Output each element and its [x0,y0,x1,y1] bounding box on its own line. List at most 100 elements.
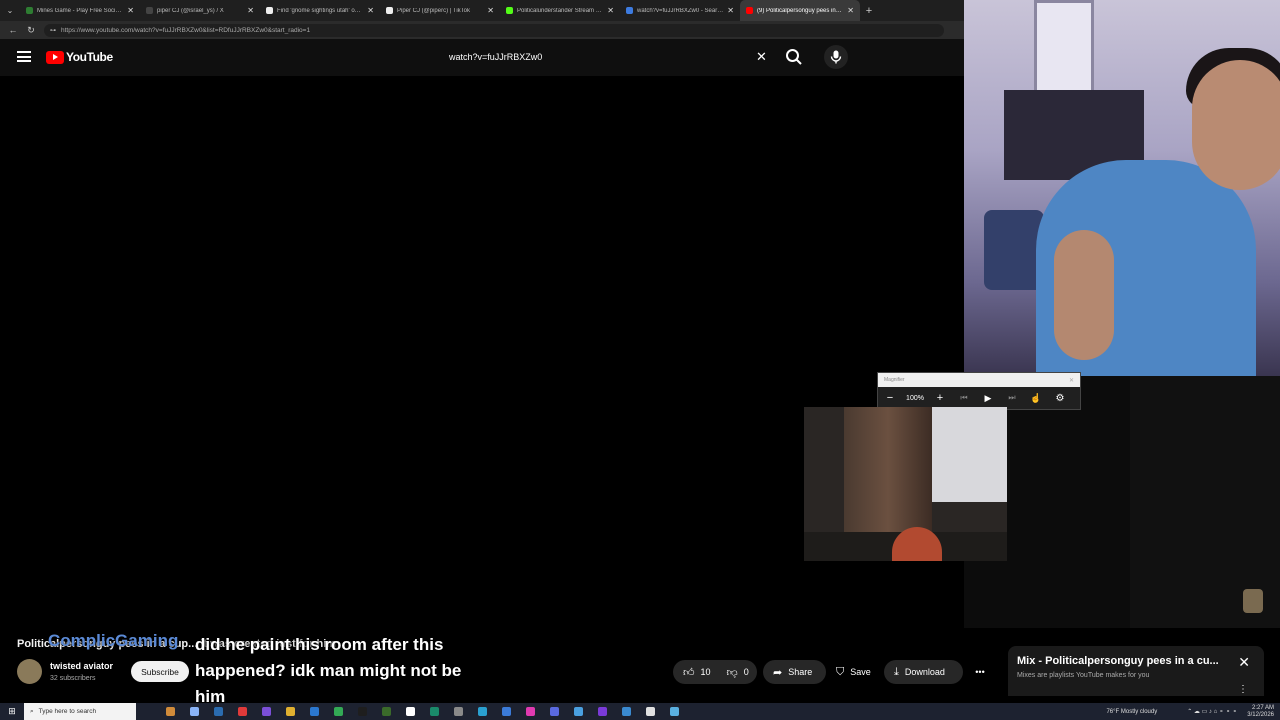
url-field[interactable]: ⊶ https://www.youtube.com/watch?v=fuJJrR… [44,23,944,37]
tab-close-icon[interactable]: ✕ [127,6,134,15]
taskbar-app-icon[interactable] [422,703,446,720]
like-count[interactable]: 10 [701,667,711,677]
browser-tab[interactable]: Find 'gnome sightings utah' on Ti ✕ [260,0,380,21]
more-vert-icon[interactable]: ⋮ [1238,684,1248,695]
tab-close-icon[interactable]: ✕ [727,6,734,15]
zoom-out-icon[interactable]: − [878,392,902,404]
tray-icons[interactable]: ⌃ ☁ ▭ ♪ ⌂ ⚬ ⚬ ⚬ [1187,708,1237,715]
search-icon[interactable] [784,47,804,67]
browser-tab[interactable]: piper CJ (@israel_ys) / X ✕ [140,0,260,21]
taskbar-clock[interactable]: 2:27 AM 3/12/2026 [1247,705,1274,719]
tab-close-icon[interactable]: ✕ [487,6,494,15]
taskbar-app-icon[interactable] [662,703,686,720]
tab-close-icon[interactable]: ✕ [847,6,854,15]
youtube-logo[interactable]: YouTube [46,50,113,64]
clear-search-icon[interactable]: ✕ [756,49,767,65]
mix-title[interactable]: Mix - Politicalpersonguy pees in a cu... [1017,655,1232,667]
taskbar-app-icon[interactable] [398,703,422,720]
taskbar-app-icon[interactable] [638,703,662,720]
subscribe-button[interactable]: Subscribe [131,661,189,682]
tab-close-icon[interactable]: ✕ [247,6,254,15]
taskbar-app-icon[interactable] [374,703,398,720]
magnifier-title: Magnifier [884,377,905,383]
tab-label: Politicalunderstander Stream - Wi [517,7,604,14]
dislike-icon[interactable]: 👎︎ [727,666,738,679]
tab-close-icon[interactable]: ✕ [367,6,374,15]
taskbar-app-icon[interactable] [326,703,350,720]
microphone-icon[interactable] [824,45,848,69]
next-icon[interactable]: ⏭ [1000,393,1024,403]
magnifier-close-icon[interactable]: ✕ [1069,377,1074,384]
taskbar-app-icon[interactable] [278,703,302,720]
taskbar-app-icon[interactable] [302,703,326,720]
taskbar-app-icon[interactable] [446,703,470,720]
channel-avatar[interactable] [17,659,42,684]
youtube-play-icon [46,50,64,64]
back-icon[interactable]: ← [4,25,22,35]
browser-tab[interactable]: Mines Game - Play Free Social Ca ✕ [20,0,140,21]
share-button[interactable]: ➦ Share [763,660,826,684]
share-label: Share [788,667,813,677]
save-button[interactable]: ⛉ Save [826,660,880,684]
screen: ⌄ Mines Game - Play Free Social Ca ✕ pip… [0,0,1280,720]
taskbar-app-icon[interactable] [182,703,206,720]
taskbar-app-icon[interactable] [470,703,494,720]
clock-date: 3/12/2026 [1247,711,1274,718]
browser-tab-strip: ⌄ Mines Game - Play Free Social Ca ✕ pip… [0,0,964,21]
site-info-icon[interactable]: ⊶ [50,27,56,34]
channel-name[interactable]: twisted aviator [50,661,113,671]
streamer-webcam [964,0,1280,376]
windows-taskbar: ⊞ ⌕ Type here to search 76°F Mostly clou… [0,703,1280,720]
like-dislike-group: 👍︎ 10 👎︎ 0 [673,660,757,684]
read-from-here-icon[interactable]: ☝ [1024,393,1048,404]
play-icon[interactable]: ▶ [976,393,1000,404]
close-icon[interactable]: ✕ [1238,654,1250,671]
browser-tab-active[interactable]: (9) Politicalpersonguy pees in a cu ✕ [740,0,860,21]
tab-label: Mines Game - Play Free Social Ca [37,7,124,14]
taskbar-app-icon[interactable] [494,703,518,720]
settings-gear-icon[interactable]: ⚙ [1048,393,1072,404]
streamer-avatar [1243,589,1263,613]
tab-label: Piper CJ (@piperc) | TikTok [397,7,470,14]
dislike-count[interactable]: 0 [744,667,749,677]
taskbar-app-icon[interactable] [254,703,278,720]
new-tab-icon[interactable]: + [860,5,878,17]
browser-tab[interactable]: Piper CJ (@piperc) | TikTok ✕ [380,0,500,21]
like-icon[interactable]: 👍︎ [683,666,695,679]
browser-tab[interactable]: Politicalunderstander Stream - Wi ✕ [500,0,620,21]
tab-favicon-icon [506,7,513,14]
taskbar-app-icon[interactable] [614,703,638,720]
browser-tab[interactable]: watch?v=fuJJrRBXZw0 - Search ✕ [620,0,740,21]
taskbar-app-icon[interactable] [590,703,614,720]
windows-start-icon[interactable]: ⊞ [0,706,24,717]
taskbar-app-icons [158,703,686,720]
side-panel [964,376,1280,628]
taskbar-app-icon[interactable] [518,703,542,720]
taskbar-app-icon[interactable] [158,703,182,720]
clock-time: 2:27 AM [1251,704,1274,711]
taskbar-app-icon[interactable] [206,703,230,720]
weather-widget[interactable]: 76°F Mostly cloudy [1106,709,1157,715]
taskbar-app-icon[interactable] [542,703,566,720]
tab-favicon-icon [26,7,33,14]
more-actions-icon[interactable]: ••• [968,660,992,684]
mix-subtitle: Mixes are playlists YouTube makes for yo… [1017,672,1150,679]
download-button[interactable]: ⤓ Download [884,660,963,684]
zoom-in-icon[interactable]: + [928,392,952,404]
taskbar-search-input[interactable]: ⌕ Type here to search [24,703,136,720]
reload-icon[interactable]: ↻ [22,25,40,36]
mix-playlist-panel[interactable]: Mix - Politicalpersonguy pees in a cu...… [1008,646,1264,696]
taskbar-app-icon[interactable] [566,703,590,720]
tab-label: Find 'gnome sightings utah' on Ti [277,7,364,14]
search-input[interactable]: watch?v=fuJJrRBXZw0 [438,46,778,68]
magnifier-title-bar[interactable]: Magnifier ✕ [878,373,1080,387]
tab-close-icon[interactable]: ✕ [607,6,614,15]
menu-icon[interactable] [17,51,31,62]
youtube-header: YouTube watch?v=fuJJrRBXZw0 ✕ [0,39,964,76]
previous-icon[interactable]: ⏮ [952,393,976,403]
taskbar-app-icon[interactable] [350,703,374,720]
search-input-value: watch?v=fuJJrRBXZw0 [449,52,543,62]
tab-search-icon[interactable]: ⌄ [0,0,20,21]
taskbar-app-icon[interactable] [230,703,254,720]
bookmark-icon: ⛉ [836,665,845,678]
